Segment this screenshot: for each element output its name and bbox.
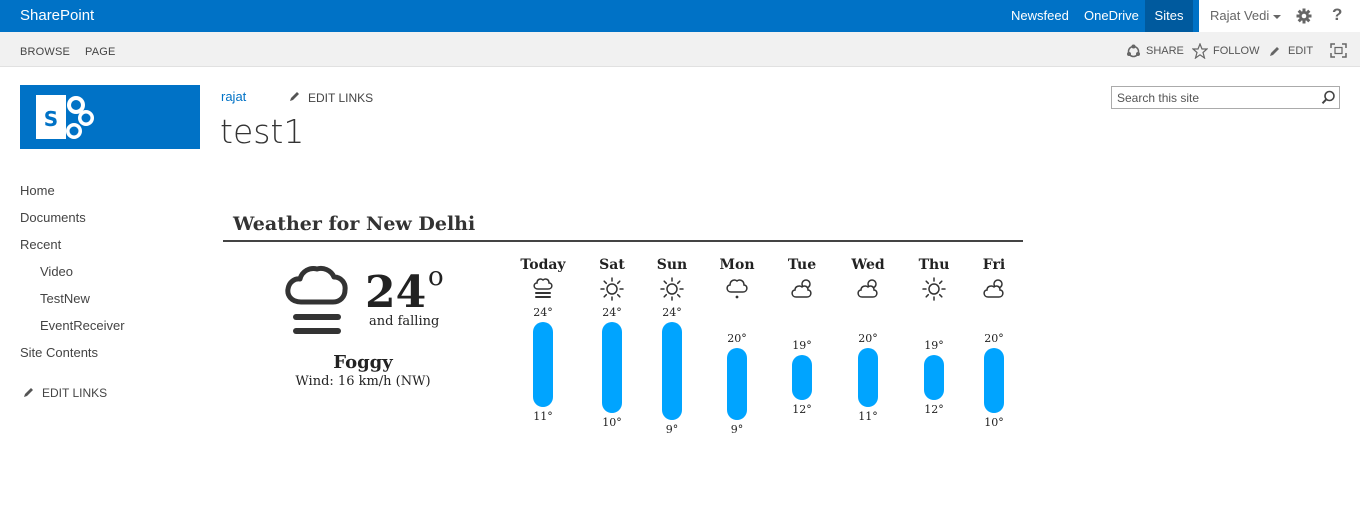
temperature-range-bar <box>792 354 812 401</box>
temperature-range-bar <box>924 354 944 401</box>
user-name: Rajat Vedi <box>1210 8 1270 23</box>
high-temperature: 24° <box>533 306 553 319</box>
high-temperature: 20° <box>727 332 747 346</box>
edit-links-quicklaunch[interactable]: EDIT LINKS <box>42 386 107 400</box>
temperature-range-bar <box>858 348 878 407</box>
nav-site-contents[interactable]: Site Contents <box>20 345 98 360</box>
temperature-trend: and falling <box>369 314 440 329</box>
low-temperature: 11° <box>533 409 553 423</box>
search-box <box>1111 86 1340 109</box>
svg-text:S: S <box>44 107 58 131</box>
nav-eventreceiver[interactable]: EventReceiver <box>40 318 125 333</box>
focus-on-content-icon[interactable] <box>1330 43 1347 58</box>
nav-testnew[interactable]: TestNew <box>40 291 90 306</box>
degree-symbol: o <box>428 262 444 292</box>
high-temperature: 20° <box>984 332 1004 346</box>
site-logo[interactable]: S <box>20 85 200 149</box>
low-temperature: 10° <box>602 416 622 430</box>
low-temperature: 10° <box>984 416 1004 430</box>
newsfeed-link[interactable]: Newsfeed <box>1011 0 1069 32</box>
pencil-icon <box>24 388 33 397</box>
gear-icon[interactable] <box>1296 8 1312 24</box>
nav-documents[interactable]: Documents <box>20 210 86 225</box>
partly-cloudy-icon <box>983 279 1004 298</box>
user-menu[interactable]: Rajat Vedi <box>1210 8 1282 23</box>
low-temperature: 12° <box>792 403 812 417</box>
forecast-day-label: Sun <box>656 257 688 273</box>
high-temperature: 19° <box>792 338 812 352</box>
forecast-day-label: Sat <box>599 257 625 273</box>
weather-divider <box>223 240 1023 242</box>
forecast-day-label: Tue <box>787 257 817 273</box>
share-icon[interactable] <box>1126 44 1141 59</box>
temperature-range-bar <box>727 348 747 420</box>
high-temperature: 24° <box>602 306 622 319</box>
tab-browse[interactable]: BROWSE <box>20 46 70 58</box>
sun-icon <box>660 277 684 301</box>
temperature-range-bar <box>533 322 553 407</box>
low-temperature: 9° <box>665 423 679 436</box>
high-temperature: 24° <box>662 306 682 319</box>
temperature-range-bar <box>662 322 682 420</box>
star-icon[interactable] <box>1192 43 1208 59</box>
ribbon: BROWSE PAGE SHARE FOLLOW EDIT <box>0 32 1360 67</box>
temperature-range-bar <box>602 322 622 414</box>
search-input[interactable] <box>1112 87 1322 108</box>
share-button[interactable]: SHARE <box>1146 45 1184 57</box>
fog-icon <box>533 278 553 298</box>
onedrive-link[interactable]: OneDrive <box>1084 0 1139 32</box>
cloud-drizzle-icon <box>726 279 748 300</box>
partly-cloudy-icon <box>791 279 812 298</box>
tab-page[interactable]: PAGE <box>85 46 116 58</box>
follow-button[interactable]: FOLLOW <box>1213 45 1259 57</box>
site-title[interactable]: test1 <box>220 112 304 151</box>
forecast-day-label: Fri <box>982 257 1006 273</box>
sharepoint-brand-link[interactable]: SharePoint <box>20 7 94 24</box>
current-temperature: 24 <box>365 267 427 318</box>
pencil-icon[interactable] <box>1268 45 1281 58</box>
forecast-day-label: Today <box>520 257 566 273</box>
nav-video[interactable]: Video <box>40 264 73 279</box>
caret-down-icon <box>1273 14 1282 19</box>
nav-recent[interactable]: Recent <box>20 237 61 252</box>
sun-icon <box>600 277 624 301</box>
pencil-icon <box>290 92 299 101</box>
wind-info: Wind: 16 km/h (NW) <box>295 374 431 389</box>
forecast-day-label: Mon <box>719 257 755 273</box>
edit-button[interactable]: EDIT <box>1288 45 1313 57</box>
high-temperature: 20° <box>858 332 878 346</box>
suite-bar: SharePoint Newsfeed OneDrive Sites <box>0 0 1360 32</box>
sun-icon <box>922 277 946 301</box>
sites-link[interactable]: Sites <box>1145 0 1193 32</box>
search-icon[interactable] <box>1321 90 1336 105</box>
help-icon[interactable]: ? <box>1332 5 1342 25</box>
forecast-day-label: Thu <box>918 257 950 273</box>
fog-icon <box>285 265 348 334</box>
current-condition: Foggy <box>333 352 393 373</box>
forecast-day-label: Wed <box>851 257 885 273</box>
breadcrumb-rajat[interactable]: rajat <box>221 89 246 104</box>
low-temperature: 9° <box>730 423 744 436</box>
sharepoint-logo-icon: S <box>36 95 94 139</box>
nav-home[interactable]: Home <box>20 183 55 198</box>
high-temperature: 19° <box>924 338 944 352</box>
low-temperature: 11° <box>858 409 878 423</box>
weather-title: Weather for New Delhi <box>233 213 476 235</box>
partly-cloudy-icon <box>857 279 878 298</box>
edit-links-top[interactable]: EDIT LINKS <box>308 91 373 105</box>
low-temperature: 12° <box>924 403 944 417</box>
temperature-range-bar <box>984 348 1004 414</box>
